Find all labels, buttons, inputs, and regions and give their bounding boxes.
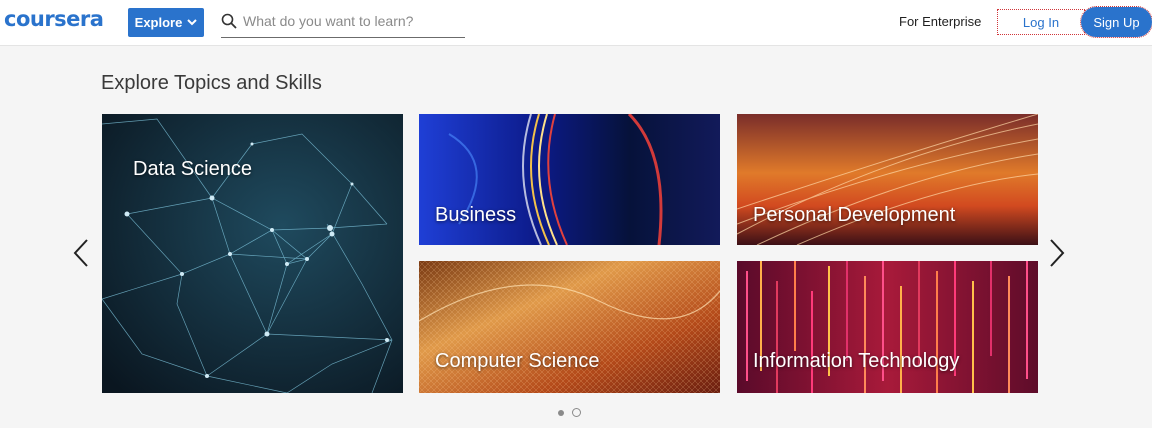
- coursera-logo[interactable]: coursera: [4, 7, 104, 31]
- section-title: Explore Topics and Skills: [101, 72, 322, 94]
- chevron-down-icon: [187, 19, 198, 26]
- topic-label: Computer Science: [435, 350, 600, 372]
- carousel-pagination: [558, 408, 581, 417]
- search-icon[interactable]: [221, 13, 237, 29]
- carousel-next-button[interactable]: [1049, 238, 1065, 268]
- login-button[interactable]: Log In: [997, 9, 1085, 35]
- search-bar: [221, 6, 465, 38]
- topic-tile-personal-development[interactable]: Personal Development: [737, 114, 1038, 245]
- carousel-dot-1[interactable]: [558, 409, 564, 416]
- chevron-right-icon: [1049, 239, 1065, 272]
- search-input[interactable]: [243, 8, 463, 34]
- carousel-prev-button[interactable]: [73, 238, 89, 268]
- topic-label: Information Technology: [753, 350, 960, 372]
- network-image: [102, 114, 403, 393]
- topic-tile-information-technology[interactable]: Information Technology: [737, 261, 1038, 393]
- data-streams-image: [737, 261, 1038, 393]
- mesh-image: [419, 261, 720, 393]
- carousel-dot-2[interactable]: [572, 408, 581, 417]
- signup-button[interactable]: Sign Up: [1080, 6, 1152, 38]
- topic-tile-computer-science[interactable]: Computer Science: [419, 261, 720, 393]
- topic-label: Business: [435, 204, 517, 226]
- topic-label: Data Science: [133, 158, 252, 180]
- topic-tile-business[interactable]: Business: [419, 114, 720, 245]
- topic-label: Personal Development: [753, 204, 956, 226]
- topic-tile-data-science[interactable]: Data Science: [102, 114, 403, 393]
- explore-button[interactable]: Explore: [128, 8, 204, 37]
- explore-button-label: Explore: [134, 15, 183, 30]
- for-enterprise-link[interactable]: For Enterprise: [899, 14, 981, 29]
- top-navbar: coursera Explore For Enterprise Log In S…: [0, 0, 1152, 46]
- chevron-left-icon: [73, 239, 89, 272]
